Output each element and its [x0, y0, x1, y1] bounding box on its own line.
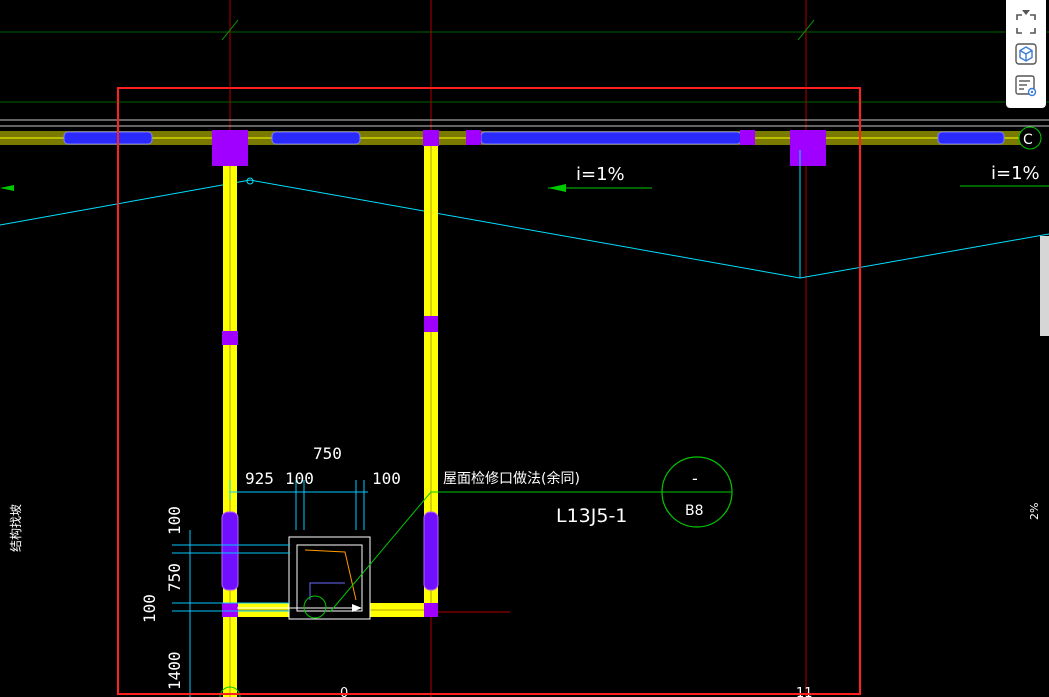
- layer-list-icon[interactable]: [1014, 74, 1038, 98]
- caret-down-icon[interactable]: [1020, 1, 1032, 15]
- wall-column: [424, 603, 438, 617]
- leader-annotation: 屋面检修口做法(余同): [443, 470, 580, 487]
- right-edge-note: 2%: [1028, 503, 1041, 520]
- dim-750-vertical: 750: [165, 563, 184, 592]
- slope-vertex-marker: [246, 177, 254, 185]
- view-toolbar: [1006, 0, 1046, 108]
- window-segment: [480, 131, 742, 145]
- window-segment: [63, 131, 153, 145]
- wall-column: [222, 331, 238, 345]
- cad-drawing-canvas[interactable]: i=1% i=1% 屋面检修口做法(余同) L13J5-1 - B8 750 9…: [0, 0, 1049, 697]
- column: [740, 130, 755, 145]
- slope-arrowhead: [548, 184, 566, 192]
- left-margin-note: 结构找坡: [8, 504, 23, 552]
- window-segment: [271, 131, 361, 145]
- dim-925: 925: [245, 469, 274, 488]
- view-cube-icon[interactable]: [1014, 42, 1038, 66]
- wall-column: [424, 316, 438, 332]
- wall-window: [423, 511, 439, 591]
- column: [790, 130, 826, 166]
- dim-1400: 1400: [165, 651, 184, 690]
- column: [212, 130, 248, 166]
- column: [466, 130, 481, 145]
- bottom-axis-right: 11: [796, 686, 813, 697]
- roof-slope-line: [0, 179, 1049, 279]
- window-segment: [937, 131, 1005, 145]
- reference-code: L13J5-1: [556, 505, 627, 527]
- wall-window: [221, 511, 239, 591]
- fullscreen-icon[interactable]: [1014, 12, 1038, 36]
- dim-100-right: 100: [372, 469, 401, 488]
- bottom-axis-left: 0: [340, 686, 348, 697]
- dim-width-750: 750: [313, 444, 342, 463]
- dim-100-bottom: 100: [140, 594, 159, 623]
- slope-label-right: i=1%: [991, 163, 1040, 184]
- detail-circle-top: -: [692, 469, 698, 488]
- dim-100-top: 100: [165, 506, 184, 535]
- grid-axis-label: C: [1023, 132, 1033, 148]
- detail-circle-bottom: B8: [685, 503, 704, 519]
- slope-arrowhead: [0, 185, 14, 191]
- wall-column: [222, 603, 238, 617]
- dim-100-left: 100: [285, 469, 314, 488]
- scrollbar-edge[interactable]: [1040, 236, 1049, 336]
- column: [423, 130, 439, 146]
- slope-label-left: i=1%: [576, 164, 625, 185]
